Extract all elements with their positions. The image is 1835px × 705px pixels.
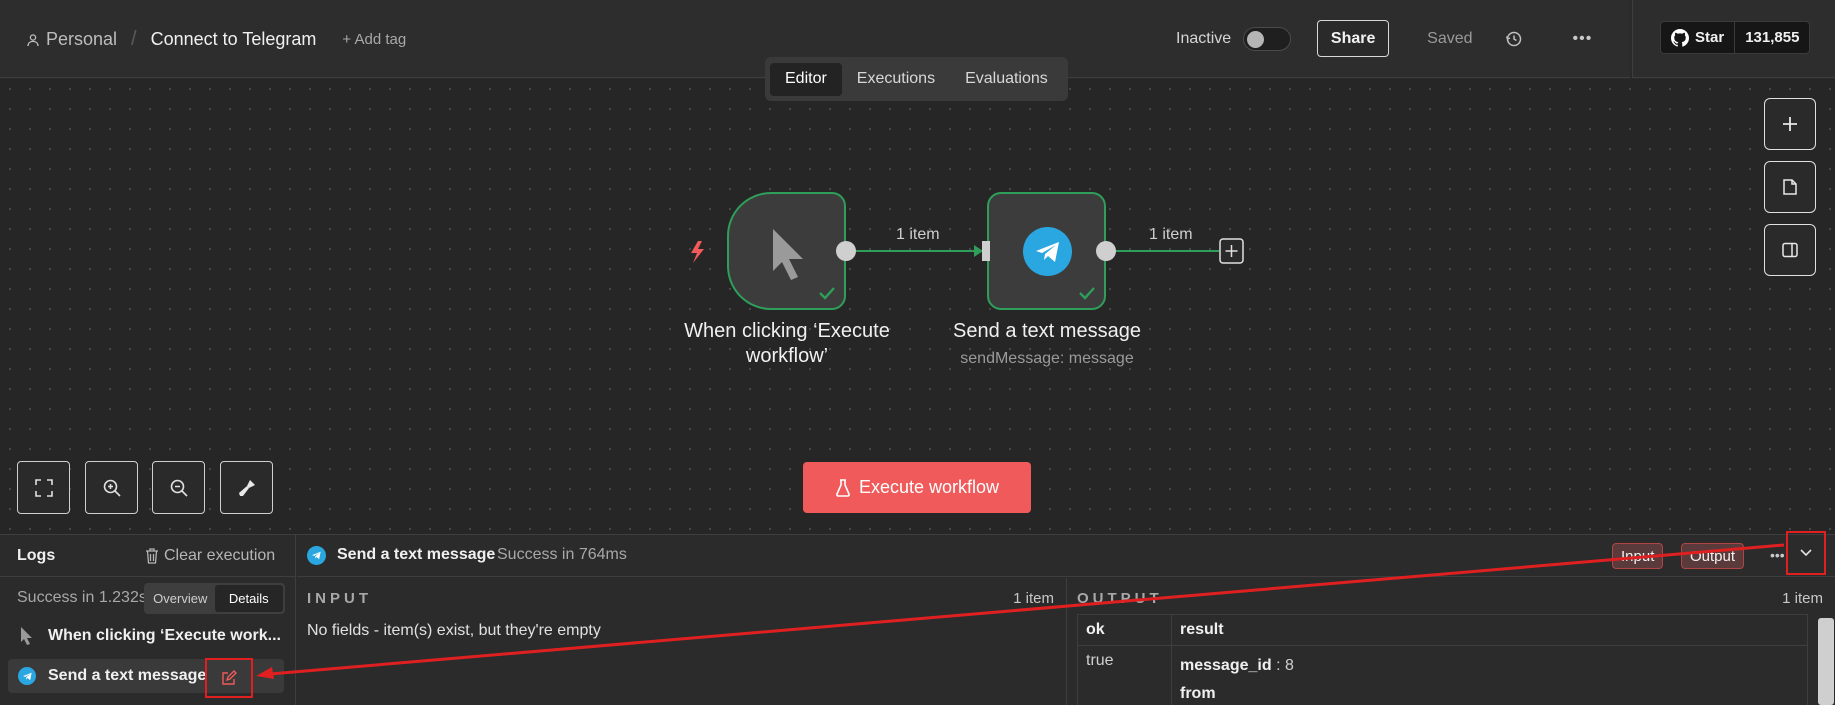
logs-more-icon[interactable]: ••• — [1770, 547, 1785, 563]
workflow-name[interactable]: Connect to Telegram — [151, 29, 317, 50]
telegram-node-label: Send a text message — [953, 320, 1141, 342]
result-key: message_id — [1180, 657, 1272, 674]
success-check-icon — [1079, 287, 1095, 300]
input-pane-title: INPUT — [307, 590, 372, 607]
log-item[interactable]: When clicking ‘Execute work... — [8, 619, 284, 653]
toggle-knob — [1247, 30, 1265, 48]
trigger-node[interactable] — [727, 192, 846, 310]
log-detail-status: Success in 764ms — [497, 546, 627, 563]
clear-execution-button[interactable]: Clear execution — [145, 547, 275, 565]
edit-node-button[interactable] — [205, 658, 253, 698]
history-icon[interactable] — [1505, 30, 1523, 48]
fit-view-button[interactable] — [17, 461, 70, 514]
execute-workflow-label: Execute workflow — [858, 477, 1000, 497]
github-star-button[interactable]: Star — [1661, 22, 1736, 53]
tidy-up-icon — [238, 479, 255, 496]
trash-icon — [146, 548, 158, 564]
edge-label: 1 item — [1149, 226, 1193, 243]
edge-label: 1 item — [896, 226, 940, 243]
sticky-note-icon — [1783, 179, 1797, 195]
log-detail-header: Send a text message Success in 764ms Inp… — [297, 535, 1835, 577]
success-check-icon — [819, 287, 835, 300]
table-header-result: result — [1171, 614, 1808, 646]
collapse-logs-button[interactable] — [1786, 531, 1826, 575]
output-pane: OUTPUT 1 item ok result true message_id … — [1067, 578, 1835, 705]
logs-panel: Logs Clear execution Success in 1.232s O… — [0, 534, 1835, 705]
telegram-icon — [1023, 227, 1072, 276]
view-tabs: Editor Executions Evaluations — [765, 57, 1068, 101]
pointer-icon — [21, 627, 32, 645]
telegram-icon — [307, 546, 326, 565]
telegram-node[interactable] — [987, 192, 1106, 310]
tidy-up-button[interactable] — [220, 461, 273, 514]
details-option[interactable]: Details — [214, 585, 283, 612]
table-header-ok: ok — [1077, 614, 1172, 646]
table-row: true message_id : 8 from — [1077, 645, 1808, 705]
zoom-in-icon — [103, 479, 121, 497]
activation-toggle[interactable] — [1243, 26, 1292, 51]
trigger-node-label: When clicking ‘Execute workflow’ — [684, 320, 890, 367]
chevron-down-icon — [1800, 549, 1812, 557]
input-item-count: 1 item — [1013, 590, 1054, 607]
github-star-count[interactable]: 131,855 — [1735, 22, 1809, 53]
zoom-in-button[interactable] — [85, 461, 138, 514]
saved-status: Saved — [1427, 29, 1473, 47]
result-cell: message_id : 8 from — [1171, 645, 1808, 705]
ok-cell: true — [1077, 645, 1172, 705]
input-toggle-button[interactable]: Input — [1612, 543, 1664, 569]
breadcrumb: Personal / Connect to Telegram + Add tag — [26, 28, 406, 51]
add-node-button[interactable] — [1764, 98, 1816, 150]
person-icon — [27, 33, 39, 46]
log-item-label: Send a text message — [48, 667, 207, 684]
execution-summary: Success in 1.232s — [17, 589, 147, 606]
telegram-icon — [18, 667, 36, 685]
github-star-widget[interactable]: Star 131,855 — [1660, 21, 1810, 54]
zoom-out-button[interactable] — [152, 461, 205, 514]
more-options-icon[interactable]: ••• — [1573, 30, 1593, 48]
output-table: ok result true message_id : 8 from — [1077, 614, 1808, 705]
toggle-panel-button[interactable] — [1764, 224, 1816, 276]
output-toggle-button[interactable]: Output — [1681, 543, 1745, 569]
input-pane: INPUT 1 item No fields - item(s) exist, … — [297, 578, 1067, 705]
output-pane-title: OUTPUT — [1077, 590, 1163, 607]
panel-icon — [1782, 242, 1798, 258]
output-item-count: 1 item — [1782, 590, 1823, 607]
output-scrollbar[interactable] — [1818, 618, 1834, 705]
github-star-label: Star — [1695, 29, 1725, 46]
result-value: : 8 — [1276, 657, 1294, 674]
github-panel: Star 131,855 — [1632, 0, 1835, 78]
telegram-node-subtitle: sendMessage: message — [960, 350, 1134, 367]
add-tag-button[interactable]: + Add tag — [342, 31, 406, 48]
fit-view-icon — [34, 478, 53, 497]
tab-editor[interactable]: Editor — [770, 62, 842, 96]
result-key: from — [1180, 685, 1216, 702]
log-detail-node-name: Send a text message — [337, 546, 496, 563]
add-sticky-button[interactable] — [1764, 161, 1816, 213]
log-item-label: When clicking ‘Execute work... — [48, 627, 281, 644]
breadcrumb-separator: / — [131, 28, 137, 50]
github-icon — [1671, 28, 1689, 47]
execute-workflow-button[interactable]: Execute workflow — [803, 462, 1031, 513]
view-mode-toggle: Overview Details — [144, 583, 285, 614]
overview-option[interactable]: Overview — [146, 585, 215, 612]
logs-title: Logs — [17, 547, 56, 564]
plus-icon — [1783, 117, 1797, 131]
tab-executions[interactable]: Executions — [842, 63, 950, 96]
breadcrumb-personal[interactable]: Personal — [46, 29, 117, 50]
pointer-icon — [773, 229, 803, 280]
input-empty-message: No fields - item(s) exist, but they're e… — [307, 622, 601, 639]
flask-icon — [836, 478, 850, 497]
zoom-out-icon — [170, 479, 188, 497]
edit-icon — [222, 670, 237, 685]
activation-label: Inactive — [1176, 29, 1232, 47]
tab-evaluations[interactable]: Evaluations — [950, 63, 1063, 96]
share-button[interactable]: Share — [1317, 20, 1390, 57]
